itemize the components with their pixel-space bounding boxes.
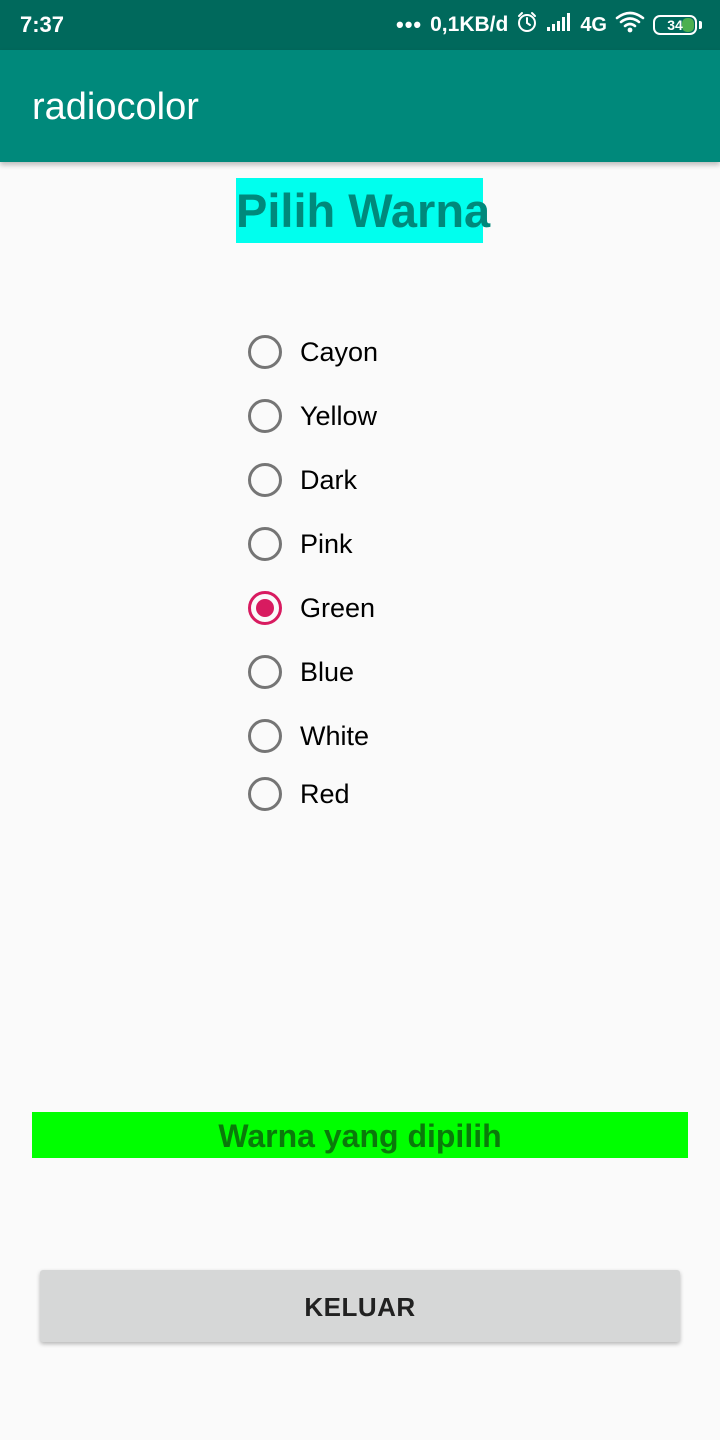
radio-option-green[interactable]: Green (246, 576, 486, 640)
radio-button[interactable] (248, 655, 282, 689)
network-speed: 0,1KB/d (430, 13, 509, 36)
status-icons: ••• 0,1KB/d 4G 34 (396, 10, 702, 40)
radio-option-cayon[interactable]: Cayon (246, 320, 486, 384)
more-dots-icon: ••• (396, 12, 423, 37)
radio-label: Green (300, 592, 376, 623)
radio-option-yellow[interactable]: Yellow (246, 384, 486, 448)
radio-label: Blue (300, 656, 355, 687)
battery-fill (681, 18, 694, 32)
radio-button[interactable] (248, 777, 282, 811)
signal-icon (546, 12, 572, 38)
battery-tip (699, 21, 702, 29)
radio-button[interactable] (248, 463, 282, 497)
radio-button[interactable] (248, 399, 282, 433)
app-bar: radiocolor (0, 50, 720, 162)
radio-option-red[interactable]: Red (246, 762, 486, 826)
screen: 7:37 ••• 0,1KB/d 4G 34 radiocolor Pilih … (0, 0, 720, 1440)
radio-option-blue[interactable]: Blue (246, 640, 486, 704)
radio-button[interactable] (248, 591, 282, 625)
battery-icon: 34 (653, 15, 697, 35)
radio-label: Dark (300, 464, 358, 495)
alarm-icon (516, 11, 538, 39)
radio-label: Yellow (300, 400, 378, 431)
radio-button[interactable] (248, 335, 282, 369)
wifi-icon (615, 11, 645, 39)
battery-level: 34 (667, 17, 683, 33)
radio-label: Cayon (300, 336, 379, 367)
exit-button[interactable]: KELUAR (40, 1270, 680, 1342)
app-title: radiocolor (32, 86, 199, 128)
radio-option-dark[interactable]: Dark (246, 448, 486, 512)
radio-label: Red (300, 778, 350, 809)
network-type: 4G (580, 13, 607, 36)
status-time: 7:37 (20, 12, 65, 37)
radio-label: White (300, 720, 370, 751)
status-bar: 7:37 ••• 0,1KB/d 4G 34 (0, 0, 720, 50)
radio-option-pink[interactable]: Pink (246, 512, 486, 576)
page-heading: Pilih Warna (236, 178, 490, 243)
radio-button[interactable] (248, 527, 282, 561)
radio-option-white[interactable]: White (246, 704, 486, 768)
radio-button[interactable] (248, 719, 282, 753)
selected-color-display: Warna yang dipilih (32, 1112, 688, 1158)
radio-label: Pink (300, 528, 353, 559)
